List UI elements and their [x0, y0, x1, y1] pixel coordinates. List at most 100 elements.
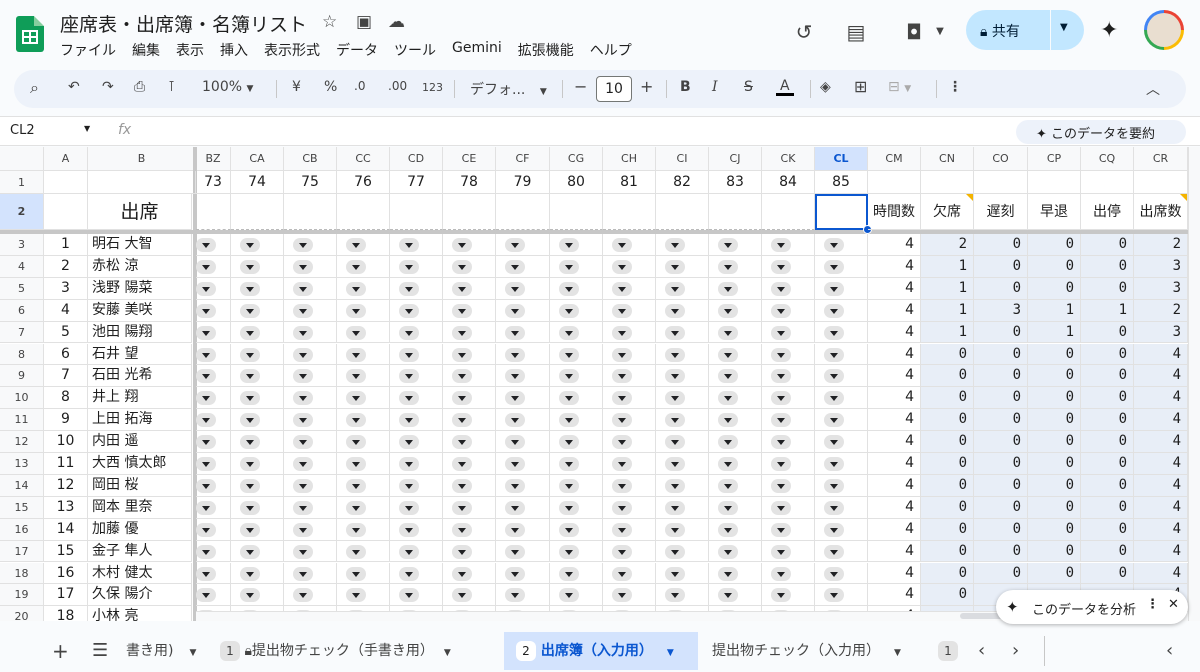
name-cell[interactable]: 加藤 優: [88, 518, 192, 541]
dropdown-chip-icon[interactable]: [771, 588, 791, 603]
dropdown-chip-icon[interactable]: [559, 238, 579, 252]
dropdown-chip-icon[interactable]: [771, 259, 791, 274]
dropdown-cell[interactable]: [603, 562, 656, 585]
dropdown-chip-icon[interactable]: [293, 566, 313, 581]
summarize-button[interactable]: ✦ このデータを要約: [1016, 120, 1186, 144]
number-cell[interactable]: 0: [921, 584, 974, 607]
dropdown-cell[interactable]: [550, 234, 603, 256]
dropdown-cell[interactable]: [656, 518, 709, 541]
dropdown-cell[interactable]: [443, 453, 496, 475]
star-icon[interactable]: ☆: [322, 12, 337, 32]
dropdown-chip-icon[interactable]: [612, 457, 632, 471]
sheet-tab[interactable]: 1: [938, 632, 958, 670]
dropdown-chip-icon[interactable]: [771, 303, 791, 318]
number-cell[interactable]: 4: [868, 562, 921, 585]
number-cell[interactable]: 0: [1028, 540, 1081, 563]
dropdown-chip-icon[interactable]: [196, 500, 216, 515]
dropdown-chip-icon[interactable]: [505, 303, 525, 318]
name-cell[interactable]: 金子 隼人: [88, 540, 192, 563]
dropdown-cell[interactable]: [603, 387, 656, 410]
dropdown-chip-icon[interactable]: [665, 522, 685, 537]
dropdown-cell[interactable]: [762, 255, 815, 278]
dropdown-chip-icon[interactable]: [346, 413, 366, 428]
number-cell[interactable]: 0: [974, 453, 1028, 475]
number-cell[interactable]: 4: [1134, 343, 1188, 366]
number-cell[interactable]: 4: [868, 453, 921, 475]
dropdown-cell[interactable]: [603, 518, 656, 541]
dropdown-chip-icon[interactable]: [505, 238, 525, 252]
dropdown-chip-icon[interactable]: [240, 588, 260, 603]
dropdown-cell[interactable]: [390, 496, 443, 519]
number-cell[interactable]: 3: [1134, 255, 1188, 278]
dropdown-cell[interactable]: [284, 321, 337, 344]
dropdown-chip-icon[interactable]: [505, 347, 525, 362]
dropdown-cell[interactable]: [709, 431, 762, 453]
dropdown-chip-icon[interactable]: [240, 413, 260, 428]
dropdown-chip-icon[interactable]: [559, 500, 579, 515]
menu-item[interactable]: 挿入: [220, 40, 256, 60]
number-cell[interactable]: 4: [868, 584, 921, 607]
dropdown-chip-icon[interactable]: [771, 369, 791, 384]
collapse-menus-icon[interactable]: ︿: [1146, 79, 1160, 99]
dropdown-chip-icon[interactable]: [452, 391, 472, 406]
dropdown-cell[interactable]: [709, 365, 762, 388]
number-cell[interactable]: 4: [1134, 518, 1188, 541]
dropdown-cell[interactable]: [656, 496, 709, 519]
dropdown-chip-icon[interactable]: [346, 238, 366, 252]
cell[interactable]: 12: [44, 474, 88, 497]
number-cell[interactable]: 0: [1081, 321, 1134, 344]
dropdown-chip-icon[interactable]: [196, 544, 216, 559]
dropdown-chip-icon[interactable]: [452, 566, 472, 581]
dropdown-chip-icon[interactable]: [346, 522, 366, 537]
dropdown-cell[interactable]: [390, 584, 443, 607]
dropdown-cell[interactable]: [337, 277, 390, 300]
cell[interactable]: [231, 194, 284, 230]
number-cell[interactable]: 0: [1081, 496, 1134, 519]
dropdown-chip-icon[interactable]: [293, 238, 313, 252]
number-cell[interactable]: 4: [868, 277, 921, 300]
dropdown-cell[interactable]: [656, 321, 709, 344]
select-all-corner[interactable]: [0, 147, 44, 171]
bold-button[interactable]: B: [680, 79, 691, 95]
move-folder-icon[interactable]: ▣: [356, 12, 372, 32]
name-cell[interactable]: 井上 翔: [88, 387, 192, 410]
number-cell[interactable]: 0: [1081, 277, 1134, 300]
dropdown-cell[interactable]: [709, 540, 762, 563]
dropdown-cell[interactable]: [231, 255, 284, 278]
sheet-tab[interactable]: 書き用) ▼: [126, 632, 196, 670]
dropdown-chip-icon[interactable]: [559, 259, 579, 274]
dropdown-chip-icon[interactable]: [771, 325, 791, 340]
column-header[interactable]: CL: [815, 147, 868, 171]
dropdown-chip-icon[interactable]: [665, 303, 685, 318]
column-header[interactable]: CP: [1028, 147, 1081, 171]
dropdown-cell[interactable]: [443, 387, 496, 410]
cell[interactable]: 13: [44, 496, 88, 519]
dropdown-cell[interactable]: [231, 474, 284, 497]
dropdown-chip-icon[interactable]: [559, 347, 579, 362]
dropdown-chip-icon[interactable]: [293, 281, 313, 296]
cell[interactable]: [921, 171, 974, 194]
dropdown-cell[interactable]: [762, 431, 815, 453]
dropdown-cell[interactable]: [284, 277, 337, 300]
dropdown-cell[interactable]: [284, 255, 337, 278]
dropdown-cell[interactable]: [550, 453, 603, 475]
cell[interactable]: 75: [284, 171, 337, 194]
dropdown-cell[interactable]: [284, 343, 337, 366]
cell[interactable]: [1028, 171, 1081, 194]
dropdown-cell[interactable]: [443, 540, 496, 563]
dropdown-cell[interactable]: [656, 299, 709, 322]
dropdown-cell[interactable]: [496, 584, 550, 607]
cell[interactable]: [868, 171, 921, 194]
dropdown-cell[interactable]: [656, 562, 709, 585]
number-cell[interactable]: 0: [974, 321, 1028, 344]
dropdown-cell[interactable]: [390, 277, 443, 300]
dropdown-cell[interactable]: [196, 321, 231, 344]
header-cell[interactable]: 遅刻: [974, 194, 1028, 230]
cell[interactable]: [337, 194, 390, 230]
dropdown-chip-icon[interactable]: [293, 522, 313, 537]
dropdown-cell[interactable]: [656, 234, 709, 256]
column-header[interactable]: CN: [921, 147, 974, 171]
dropdown-cell[interactable]: [815, 562, 868, 585]
row-header[interactable]: 18: [0, 562, 44, 585]
dropdown-cell[interactable]: [390, 321, 443, 344]
